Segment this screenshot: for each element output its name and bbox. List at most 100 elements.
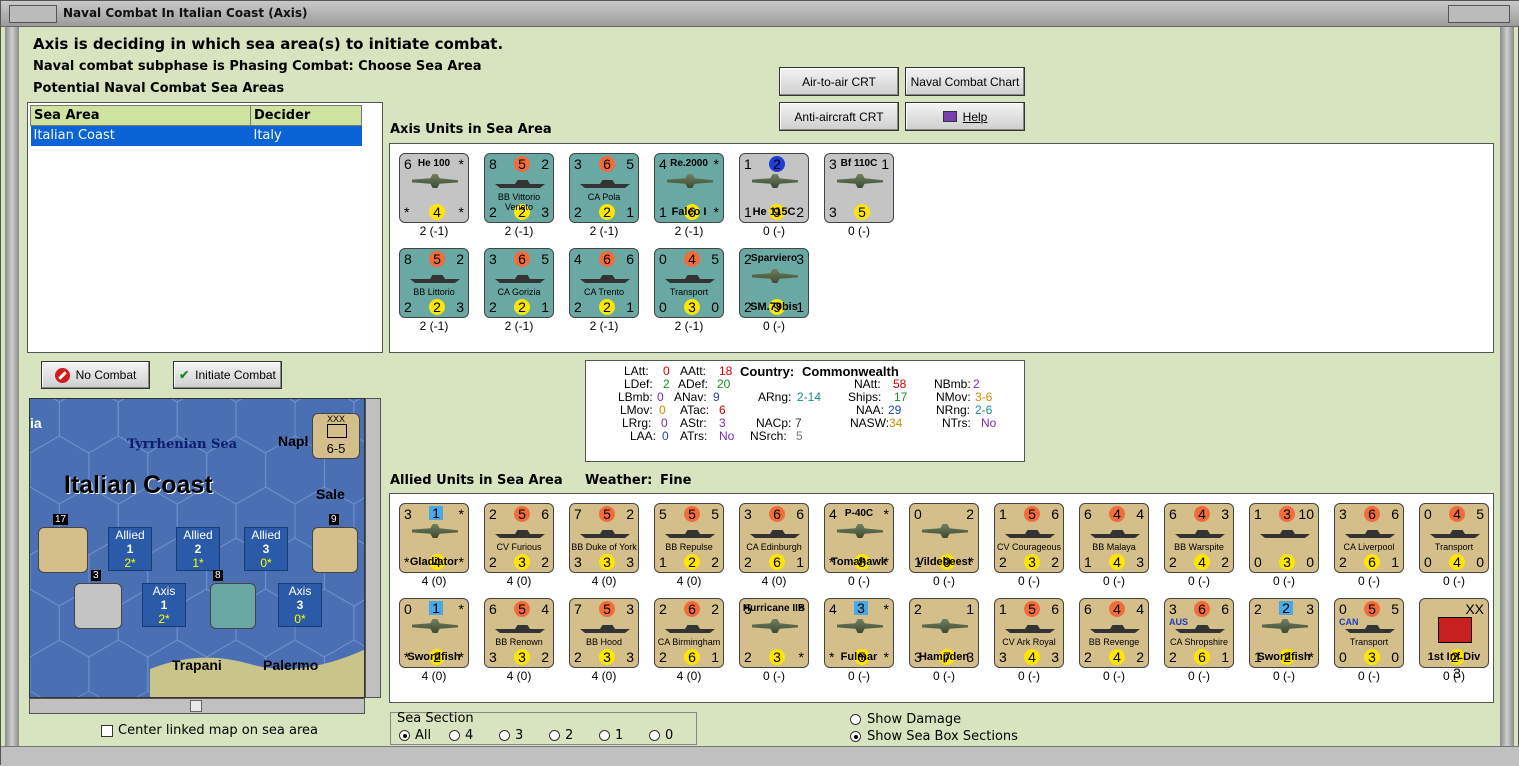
unit-bm: 3: [514, 649, 530, 665]
table-row[interactable]: Italian Coast Italy: [30, 125, 362, 146]
unit-tm: 5: [1364, 601, 1380, 617]
sea-section-radio-all[interactable]: [399, 730, 410, 741]
axis-unit-counter[interactable]: 4 6 2 1 6 2 CA Trento: [569, 248, 639, 318]
unit-tm: 3: [854, 601, 868, 615]
unit-strength-caption: 4 (0): [506, 574, 532, 588]
unit-bm: 6: [1364, 554, 1380, 570]
axis-unit-counter[interactable]: 3 1 3 5 Bf 110C: [824, 153, 894, 223]
axis-unit-counter[interactable]: 8 2 2 3 5 2 BB Littorio: [399, 248, 469, 318]
unit-br: 3: [626, 649, 634, 665]
air-to-air-crt-button[interactable]: Air-to-air CRT: [779, 67, 899, 96]
axis-box-1[interactable]: Axis 1 2*: [142, 583, 186, 627]
axis-unit-counter[interactable]: 1 1 2 2 9 He 115C: [739, 153, 809, 223]
allied-unit-counter[interactable]: 2 2 2 1 6 6 CA Birmingham: [654, 598, 724, 668]
show-sea-box-radio[interactable]: [850, 731, 861, 742]
unit-strength-caption: 2 (-1): [589, 319, 619, 333]
map-vertical-scrollbar[interactable]: [365, 398, 381, 698]
axis-unit-counter[interactable]: 3 5 2 1 6 2 CA Gorizia: [484, 248, 554, 318]
allied-unit-counter[interactable]: 1 10 0 0 3 3: [1249, 503, 1319, 573]
unit-strength-caption: 0 (-): [1273, 574, 1295, 588]
plane-silhouette-icon: [667, 174, 713, 188]
map-unit-hurricane[interactable]: 17: [38, 514, 88, 573]
axis-unit-counter[interactable]: 2 3 2 1 9 Sparviero SM.79bis: [739, 248, 809, 318]
unit-tm: 6: [684, 601, 700, 617]
allied-box-3[interactable]: Allied 3 0*: [244, 527, 288, 571]
map-label-napoli: Napl: [278, 433, 309, 449]
sea-section-radio-1[interactable]: [599, 730, 610, 741]
allied-unit-counter[interactable]: 3 6 2 1 6 6 CA Edinburgh: [739, 503, 809, 573]
allied-unit-counter[interactable]: 3 6 2 1 6 6 CA Liverpool: [1334, 503, 1404, 573]
center-map-checkbox[interactable]: [101, 725, 113, 737]
allied-unit-counter[interactable]: 5 5 1 2 5 2 BB Repulse: [654, 503, 724, 573]
initiate-combat-button[interactable]: ✔ Initiate Combat: [173, 361, 282, 389]
unit-bl: 2: [1339, 554, 1347, 570]
allied-unit-counter[interactable]: 2 1 3 3 7 Hampden: [909, 598, 979, 668]
allied-box-2[interactable]: Allied 2 1*: [176, 527, 220, 571]
ship-silhouette-icon: [1345, 530, 1395, 538]
unit-bm: 6: [684, 649, 700, 665]
stat-value: 2: [973, 377, 980, 391]
allied-unit-counter[interactable]: 0 5 0 0 4 4 Transport: [1419, 503, 1489, 573]
no-combat-button[interactable]: No Combat: [41, 361, 150, 389]
sea-section-radio-4[interactable]: [449, 730, 460, 741]
allied-unit-counter[interactable]: 3 * * * 1 4 Gladiator: [399, 503, 469, 573]
allied-unit-counter[interactable]: XX 2-3 1st Inf Div: [1419, 598, 1489, 681]
unit-tm: 5: [429, 251, 445, 267]
sea-section-radio-3[interactable]: [499, 730, 510, 741]
col-sea-area[interactable]: Sea Area: [30, 105, 251, 126]
stat-value: 7: [795, 416, 802, 430]
allied-unit-counter[interactable]: 5 * 2 * 3 Hurricane IIB: [739, 598, 809, 668]
axis-box-3[interactable]: Axis 3 0*: [278, 583, 322, 627]
unit-br: 3: [1136, 554, 1144, 570]
sea-section-radio-0[interactable]: [649, 730, 660, 741]
sea-section-radio-2[interactable]: [549, 730, 560, 741]
allied-unit-counter[interactable]: 6 4 3 2 5 3 BB Renown: [484, 598, 554, 668]
unit-tm: 2: [769, 156, 785, 172]
axis-unit-counter[interactable]: 8 2 2 3 5 2 BB Vittorio Veneto: [484, 153, 554, 223]
allied-unit-counter[interactable]: 2 6 2 2 5 3 CV Furious: [484, 503, 554, 573]
unit-bm: 2: [429, 299, 445, 315]
axis-unit-counter[interactable]: 0 5 0 0 4 3 Transport: [654, 248, 724, 318]
axis-unit-counter[interactable]: 3 5 2 1 6 2 CA Pola: [569, 153, 639, 223]
ship-silhouette-icon: [665, 625, 715, 633]
axis-unit-counter[interactable]: 6 * * * 4 He 100: [399, 153, 469, 223]
anti-aircraft-crt-button[interactable]: Anti-aircraft CRT: [779, 102, 899, 131]
map-horizontal-scrollbar[interactable]: [29, 698, 365, 714]
allied-unit-counter[interactable]: 7 2 3 3 5 3 BB Duke of York: [569, 503, 639, 573]
unit-name: BB Malaya: [1092, 542, 1136, 552]
allied-unit-counter[interactable]: 0 * * * 1 2 Swordfish: [399, 598, 469, 668]
ship-silhouette-icon: [1005, 625, 1055, 633]
allied-unit-counter[interactable]: 6 4 2 2 4 4 BB Revenge: [1079, 598, 1149, 668]
unit-bl: 2: [574, 204, 582, 220]
allied-box-1[interactable]: Allied 1 2*: [108, 527, 152, 571]
allied-unit-counter[interactable]: 0 5 0 0 5 3 Transport CAN: [1334, 598, 1404, 668]
window-system-menu[interactable]: [9, 5, 57, 23]
allied-unit-counter[interactable]: 3 6 2 1 6 6 CA Shropshire AUS: [1164, 598, 1234, 668]
stat-value: 2: [663, 377, 670, 391]
map-unit-swordfish[interactable]: 9: [312, 514, 358, 573]
axis-unit-counter[interactable]: 4 * 1 * 6 Re.2000 Falco I: [654, 153, 724, 223]
allied-unit-counter[interactable]: 4 * * * 8 P-40C Tomahawk: [824, 503, 894, 573]
unit-name: Swordfish: [407, 651, 461, 663]
allied-unit-counter[interactable]: 4 * * * 3 5 Fulmar: [824, 598, 894, 668]
unit-bm: 4: [1109, 649, 1125, 665]
map-unit-he115[interactable]: 3: [74, 570, 122, 629]
col-decider[interactable]: Decider: [250, 105, 362, 126]
unit-tr: 4: [1136, 506, 1144, 522]
linked-map[interactable]: ia Tyrrhenian Sea Napl Italian Coast Sal…: [29, 398, 365, 698]
map-unit-xi-corps[interactable]: XXX 6-5: [312, 413, 360, 459]
help-button[interactable]: Help: [905, 102, 1025, 131]
allied-unit-counter[interactable]: 1 6 2 2 5 3 CV Courageous: [994, 503, 1064, 573]
naval-combat-chart-button[interactable]: Naval Combat Chart: [905, 67, 1025, 96]
map-unit-ships[interactable]: 8: [210, 570, 256, 629]
unit-br: 3: [1051, 649, 1059, 665]
allied-unit-counter[interactable]: 2 3 1 * 2 2 Swordfish: [1249, 598, 1319, 668]
show-damage-radio[interactable]: [850, 714, 861, 725]
allied-unit-counter[interactable]: 7 3 2 3 5 3 BB Hood: [569, 598, 639, 668]
allied-unit-counter[interactable]: 1 6 3 3 5 4 CV Ark Royal: [994, 598, 1064, 668]
allied-unit-counter[interactable]: 6 4 1 3 4 4 BB Malaya: [1079, 503, 1149, 573]
window-controls[interactable]: [1448, 5, 1510, 23]
allied-unit-counter[interactable]: 0 2 1 * 9 Vildebeest: [909, 503, 979, 573]
unit-strength-caption: 0 (-): [1358, 669, 1380, 683]
allied-unit-counter[interactable]: 6 3 2 2 4 4 BB Warspite: [1164, 503, 1234, 573]
